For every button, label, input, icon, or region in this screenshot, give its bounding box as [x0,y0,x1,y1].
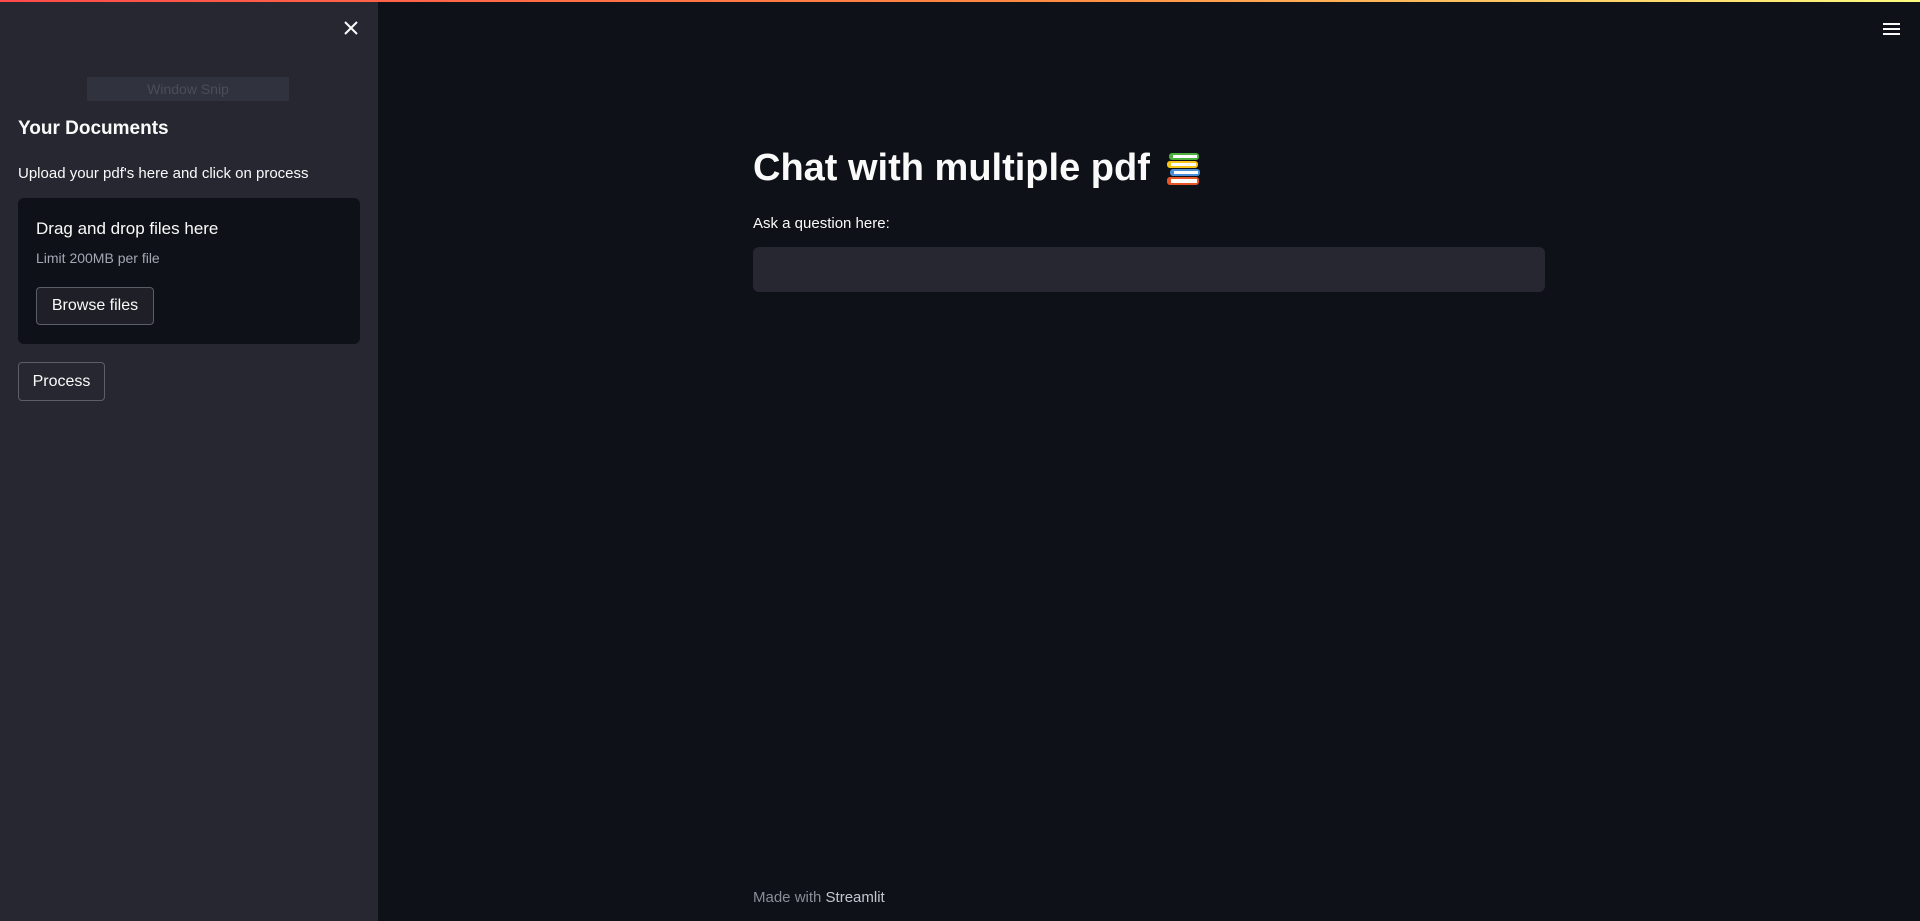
hamburger-menu-icon-line [1883,28,1900,30]
footer: Made with Streamlit [753,889,885,906]
close-sidebar-button[interactable] [340,17,362,39]
books-icon [1166,153,1200,185]
footer-prefix: Made with [753,889,822,906]
dropzone-title: Drag and drop files here [36,219,219,238]
file-dropzone[interactable]: Drag and drop files here Limit 200MB per… [18,198,360,344]
process-button[interactable]: Process [18,362,105,401]
window-snip-overlay: Window Snip [87,77,289,101]
question-input[interactable] [753,247,1545,292]
browse-files-button[interactable]: Browse files [36,287,154,325]
hamburger-menu-icon [1883,23,1900,25]
main-menu-button[interactable] [1882,20,1902,38]
question-label: Ask a question here: [753,215,890,232]
sidebar-heading: Your Documents [18,118,169,139]
hamburger-menu-icon-line [1883,33,1900,35]
page-header: Chat with multiple pdf [753,142,1202,194]
page-title: Chat with multiple pdf [753,147,1150,189]
close-icon [344,21,358,35]
dropzone-limit: Limit 200MB per file [36,250,160,266]
sidebar: Window Snip Your Documents Upload your p… [0,0,378,921]
upload-instructions: Upload your pdf's here and click on proc… [18,165,309,182]
top-decoration-bar [0,0,1920,2]
streamlit-link[interactable]: Streamlit [826,889,885,906]
